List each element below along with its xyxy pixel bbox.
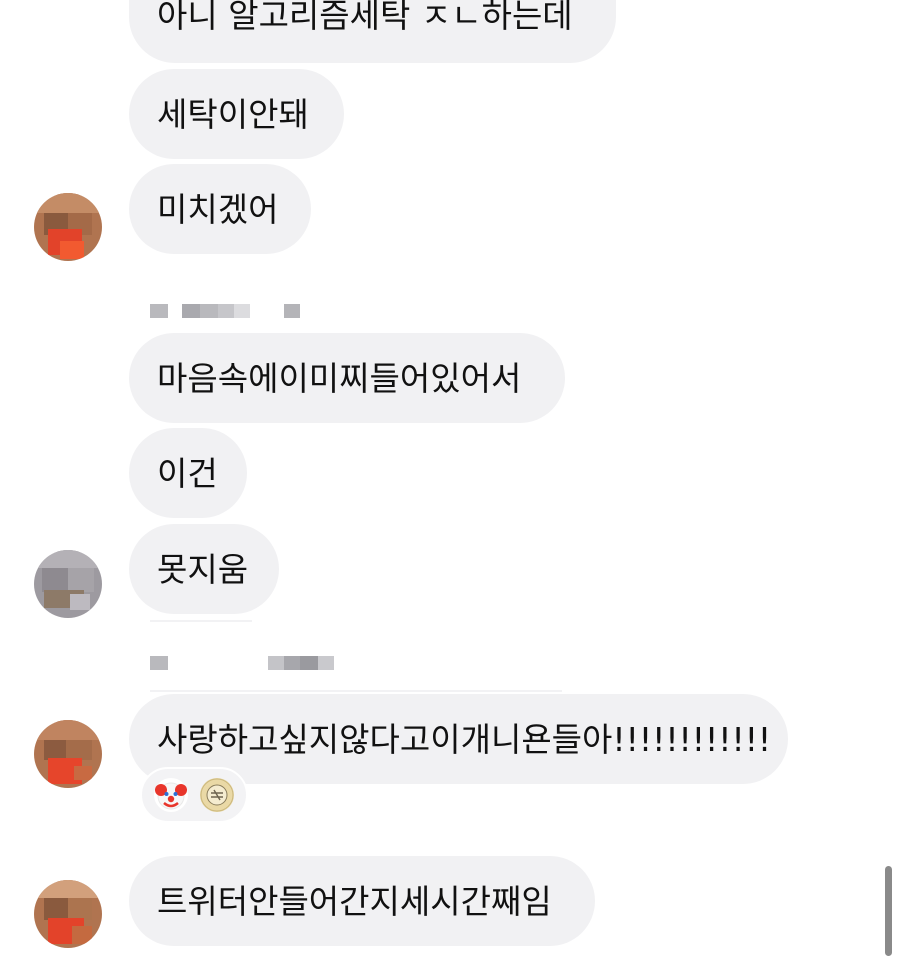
message-text: 못지움 bbox=[157, 550, 249, 589]
message-text: 마음속에이미찌들어있어서 bbox=[157, 359, 522, 398]
divider bbox=[150, 620, 252, 622]
message-bubble[interactable]: 미치겠어 bbox=[129, 164, 311, 254]
message-bubble[interactable]: 아니 알고리즘세탁 ㅈㄴ하는데 bbox=[129, 0, 616, 63]
sender-name-blurred bbox=[150, 304, 300, 318]
message-text: 이건 bbox=[157, 454, 218, 493]
avatar[interactable] bbox=[34, 193, 102, 261]
message-bubble[interactable]: 마음속에이미찌들어있어서 bbox=[129, 333, 565, 423]
avatar[interactable] bbox=[34, 720, 102, 788]
scrollbar-thumb[interactable] bbox=[885, 866, 892, 956]
message-text: 아니 알고리즘세탁 ㅈㄴ하는데 bbox=[157, 0, 573, 35]
sticker-badge-icon[interactable] bbox=[200, 778, 234, 812]
divider bbox=[150, 690, 562, 692]
message-bubble[interactable]: 세탁이안돼 bbox=[129, 69, 344, 159]
message-text: 트위터안들어간지세시간째임 bbox=[157, 882, 552, 921]
reactions-bar[interactable] bbox=[140, 767, 248, 823]
message-text: 사랑하고싶지않다고이개니욘들아!!!!!!!!!!!! bbox=[157, 720, 772, 759]
message-bubble[interactable]: 이건 bbox=[129, 428, 247, 518]
message-bubble[interactable]: 트위터안들어간지세시간째임 bbox=[129, 856, 595, 946]
avatar[interactable] bbox=[34, 880, 102, 948]
avatar[interactable] bbox=[34, 550, 102, 618]
message-text: 미치겠어 bbox=[157, 190, 279, 229]
message-text: 세탁이안돼 bbox=[157, 95, 309, 134]
clown-face-icon[interactable] bbox=[154, 778, 188, 812]
message-bubble[interactable]: 못지움 bbox=[129, 524, 279, 614]
sender-name-blurred bbox=[150, 656, 334, 670]
